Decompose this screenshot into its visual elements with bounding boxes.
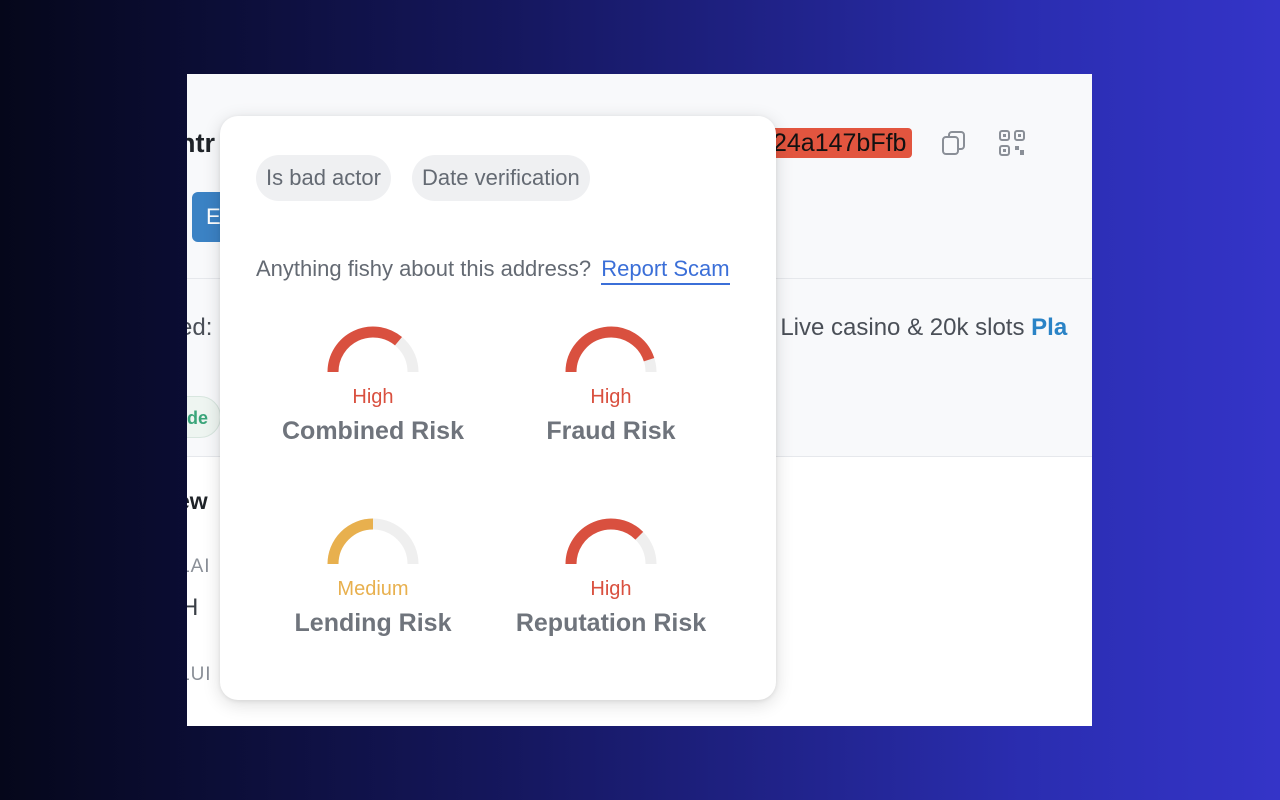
balance-value: H (187, 594, 199, 621)
lending-risk-gauge: Medium Lending Risk (273, 518, 473, 638)
balance-label: LAI (187, 556, 211, 577)
lending-risk-dial (327, 518, 419, 565)
qr-code-icon[interactable] (997, 128, 1027, 158)
section-heading: ew (187, 488, 208, 514)
report-prompt: Anything fishy about this address? Repor… (256, 256, 730, 285)
ad-text: ! Live casino & 20k slots (767, 314, 1025, 341)
chip-date-verification[interactable]: Date verification (412, 155, 590, 201)
ad-link[interactable]: Pla (1031, 314, 1067, 341)
report-scam-link[interactable]: Report Scam (601, 256, 730, 285)
risk-level: High (352, 386, 394, 408)
gauge-fill (565, 518, 644, 565)
combined-risk-gauge: High Combined Risk (273, 326, 473, 446)
chip-is-bad-actor[interactable]: Is bad actor (256, 155, 391, 201)
risk-name: Fraud Risk (546, 417, 676, 445)
value-label: LUI (187, 664, 212, 685)
risk-level: High (590, 578, 632, 600)
page-title: ntr (187, 128, 215, 158)
sponsored-label: ed: (187, 314, 213, 341)
combined-risk-dial (327, 326, 419, 373)
reputation-risk-dial (565, 518, 657, 565)
gauge-fill (565, 326, 655, 373)
gauge-fill (327, 518, 374, 565)
copy-icon[interactable] (939, 128, 969, 158)
risk-name: Reputation Risk (515, 609, 707, 637)
risk-level: Medium (337, 578, 409, 600)
gauge-fill (327, 326, 403, 373)
risk-popover: Is bad actor Date verification Anything … (220, 116, 776, 700)
risk-name: Lending Risk (294, 609, 452, 637)
address-highlight[interactable]: 24a147bFfb (763, 128, 913, 158)
risk-name: Combined Risk (282, 417, 464, 445)
fraud-risk-dial (565, 326, 657, 373)
sponsored-ad[interactable]: ! Live casino & 20k slots Pla (767, 314, 1067, 342)
risk-level: High (590, 386, 632, 408)
fraud-risk-gauge: High Fraud Risk (511, 326, 711, 446)
fishy-prompt-text: Anything fishy about this address? (256, 256, 592, 281)
reputation-risk-gauge: High Reputation Risk (511, 518, 711, 638)
